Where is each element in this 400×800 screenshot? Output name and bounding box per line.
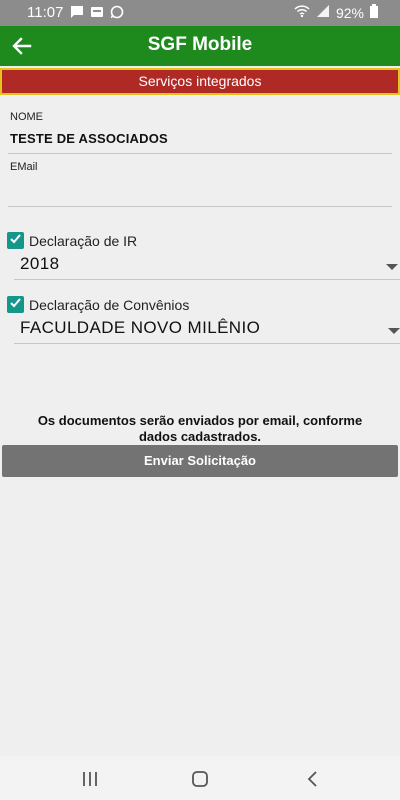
chevron-left-icon bbox=[302, 771, 324, 794]
convenio-select[interactable]: FACULDADE NOVO MILÊNIO bbox=[14, 314, 400, 344]
app-bar: SGF Mobile bbox=[0, 26, 400, 66]
ir-divider bbox=[14, 279, 400, 280]
declaracao-ir-row[interactable]: Declaração de IR bbox=[7, 232, 137, 249]
recent-apps-icon bbox=[79, 772, 101, 794]
whatsapp-icon bbox=[110, 5, 124, 19]
ir-year-select[interactable]: 2018 bbox=[14, 250, 400, 280]
dropdown-arrow-icon bbox=[388, 328, 400, 334]
ir-year-value: 2018 bbox=[20, 254, 60, 273]
email-divider bbox=[8, 206, 392, 207]
declaracao-convenios-label: Declaração de Convênios bbox=[29, 296, 190, 313]
convenio-divider bbox=[14, 343, 400, 344]
sms-icon bbox=[90, 5, 104, 19]
dropdown-arrow-icon bbox=[386, 264, 398, 270]
email-label: EMail bbox=[10, 161, 38, 173]
message-icon bbox=[70, 5, 84, 19]
wifi-icon bbox=[294, 4, 310, 21]
home-button[interactable] bbox=[189, 768, 211, 790]
info-message: Os documentos serão enviados por email, … bbox=[37, 413, 363, 444]
nav-back-button[interactable] bbox=[302, 768, 324, 790]
check-icon bbox=[9, 296, 22, 314]
nome-label: NOME bbox=[10, 111, 43, 123]
declaracao-convenios-row[interactable]: Declaração de Convênios bbox=[7, 296, 189, 313]
declaracao-ir-checkbox[interactable] bbox=[7, 232, 24, 249]
nome-field[interactable]: TESTE DE ASSOCIADOS bbox=[10, 131, 168, 146]
home-icon bbox=[189, 771, 211, 794]
recent-apps-button[interactable] bbox=[79, 768, 101, 790]
app-title: SGF Mobile bbox=[147, 34, 253, 55]
convenio-value: FACULDADE NOVO MILÊNIO bbox=[20, 318, 261, 337]
battery-icon bbox=[370, 4, 378, 21]
check-icon bbox=[9, 232, 22, 250]
status-time: 11:07 bbox=[27, 4, 64, 21]
nome-divider bbox=[8, 153, 392, 154]
system-nav-bar bbox=[0, 756, 400, 800]
status-bar: 11:07 92% bbox=[0, 0, 400, 26]
notification-icons bbox=[70, 5, 124, 19]
declaracao-convenios-checkbox[interactable] bbox=[7, 296, 24, 313]
signal-icon bbox=[316, 4, 330, 21]
declaracao-ir-label: Declaração de IR bbox=[29, 232, 138, 249]
submit-button[interactable]: Enviar Solicitação bbox=[2, 445, 398, 477]
section-banner: Serviços integrados bbox=[0, 68, 400, 95]
status-right: 92% bbox=[294, 4, 378, 21]
battery-percent: 92% bbox=[335, 4, 364, 21]
